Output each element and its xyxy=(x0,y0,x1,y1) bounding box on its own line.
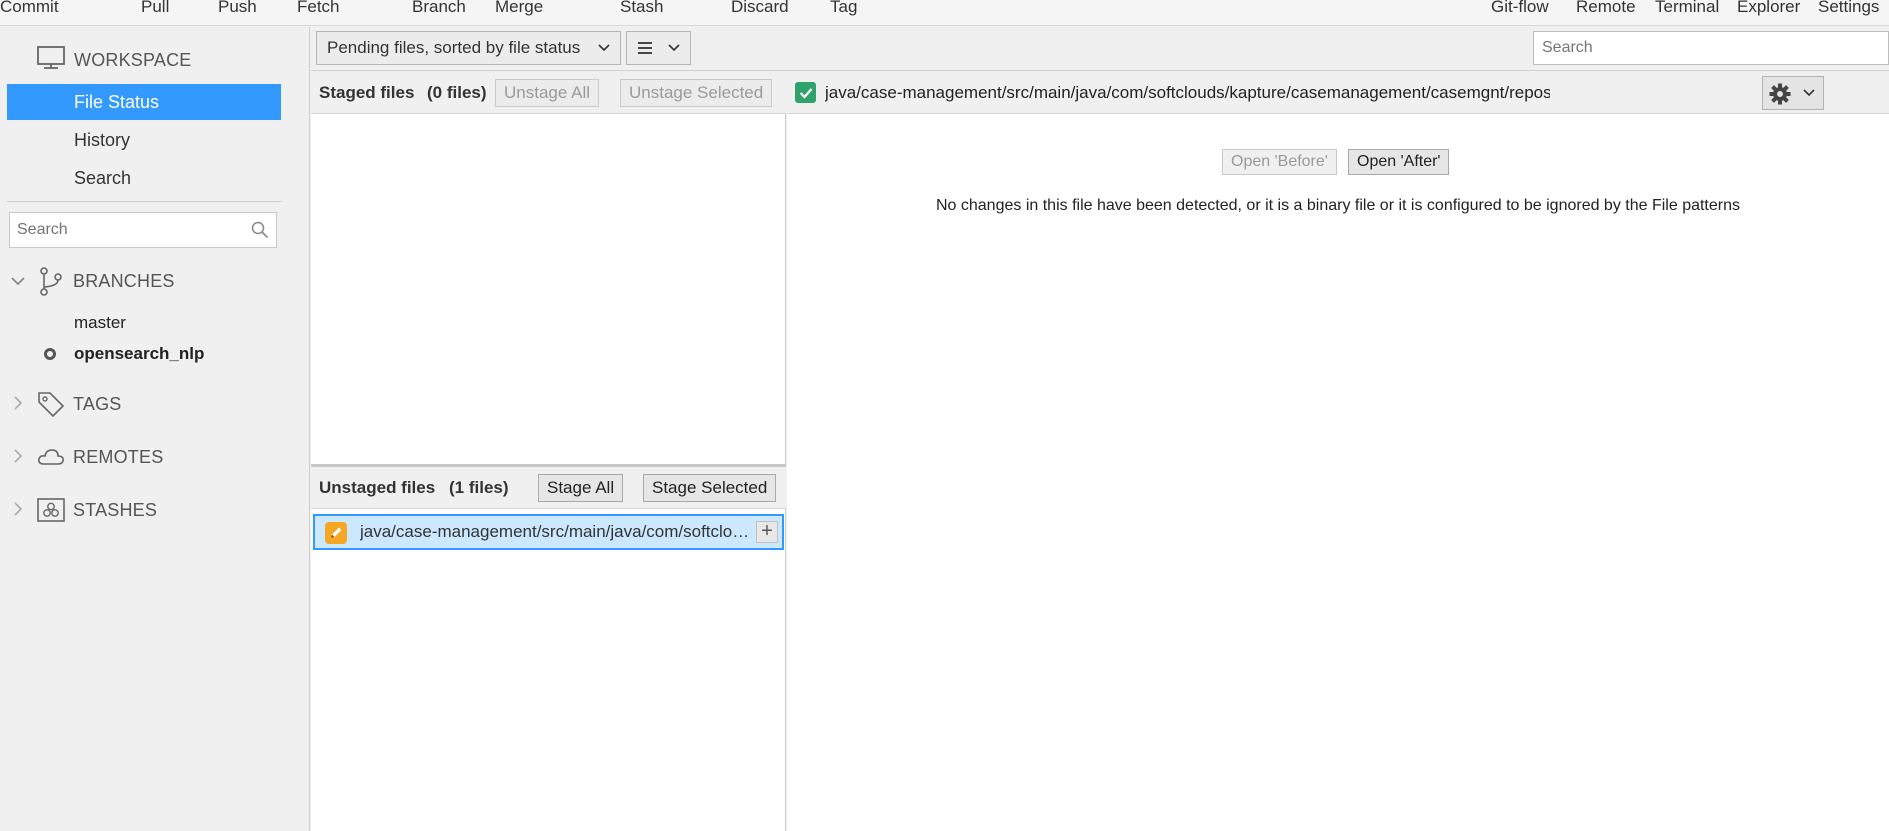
remote-button[interactable]: Remote xyxy=(1576,0,1636,17)
current-branch-indicator-icon xyxy=(44,348,56,360)
sidebar-search-input[interactable] xyxy=(10,213,240,247)
fetch-button[interactable]: Fetch xyxy=(297,0,340,17)
stash-icon xyxy=(36,495,66,525)
unstaged-files-header: Unstaged files (1 files) Stage All Stage… xyxy=(311,467,786,509)
gear-icon xyxy=(1769,83,1791,110)
unstage-all-button[interactable]: Unstage All xyxy=(495,79,599,107)
stash-button[interactable]: Stash xyxy=(620,0,663,17)
staged-files-title: Staged files xyxy=(319,83,415,102)
file-search-input[interactable] xyxy=(1534,32,1864,64)
branches-label: BRANCHES xyxy=(73,270,175,291)
sort-dropdown-label: Pending files, sorted by file status xyxy=(327,38,581,57)
branch-item-master[interactable]: master xyxy=(74,313,126,333)
sidebar: WORKSPACE File Status History Search BRA… xyxy=(0,27,310,831)
stashes-label: STASHES xyxy=(73,499,158,520)
unstaged-files-count: (1 files) xyxy=(449,478,509,497)
main-toolbar: Commit Pull Push Fetch Branch Merge Stas… xyxy=(0,0,1889,26)
commit-button[interactable]: Commit xyxy=(0,0,59,17)
unstaged-file-path: java/case-management/src/main/java/com/s… xyxy=(360,522,750,541)
tag-icon xyxy=(36,389,66,419)
settings-button[interactable]: Settings xyxy=(1818,0,1879,17)
push-button[interactable]: Push xyxy=(218,0,257,17)
modified-pencil-icon xyxy=(325,522,347,544)
sidebar-search-box[interactable] xyxy=(9,212,277,248)
workspace-label: WORKSPACE xyxy=(74,49,192,70)
open-after-button[interactable]: Open 'After' xyxy=(1348,149,1450,175)
chevron-down-icon xyxy=(1803,83,1815,106)
tag-button[interactable]: Tag xyxy=(830,0,857,17)
diff-header: java/case-management/src/main/java/com/s… xyxy=(787,72,1889,114)
terminal-button[interactable]: Terminal xyxy=(1655,0,1719,17)
git-flow-button[interactable]: Git-flow xyxy=(1491,0,1549,17)
remotes-section-header[interactable]: REMOTES xyxy=(0,440,300,474)
unstaged-files-title: Unstaged files xyxy=(319,478,436,497)
chevron-down-icon xyxy=(598,32,610,76)
merge-button[interactable]: Merge xyxy=(495,0,543,17)
chevron-right-icon[interactable] xyxy=(0,448,36,466)
no-changes-message: No changes in this file have been detect… xyxy=(935,197,1740,214)
view-mode-dropdown[interactable] xyxy=(626,31,691,65)
unstaged-file-row[interactable]: java/case-management/src/main/java/com/s… xyxy=(313,514,784,550)
discard-button[interactable]: Discard xyxy=(731,0,789,17)
branch-icon xyxy=(36,266,66,296)
tags-section-header[interactable]: TAGS xyxy=(0,387,300,421)
remotes-label: REMOTES xyxy=(73,446,164,467)
stashes-section-header[interactable]: STASHES xyxy=(0,493,300,527)
filter-bar: Pending files, sorted by file status xyxy=(311,27,1889,71)
monitor-icon xyxy=(36,45,66,76)
open-before-button[interactable]: Open 'Before' xyxy=(1222,149,1337,175)
chevron-right-icon[interactable] xyxy=(0,395,36,413)
branch-item-opensearch-nlp[interactable]: opensearch_nlp xyxy=(74,344,204,364)
chevron-right-icon[interactable] xyxy=(0,501,36,519)
pull-button[interactable]: Pull xyxy=(141,0,169,17)
diff-file-path: java/case-management/src/main/java/com/s… xyxy=(825,83,1550,102)
sidebar-divider xyxy=(7,201,282,202)
workspace-header[interactable]: WORKSPACE xyxy=(36,45,191,75)
search-icon xyxy=(251,221,269,244)
chevron-down-icon[interactable] xyxy=(0,273,36,289)
list-icon xyxy=(637,42,653,68)
cloud-icon xyxy=(36,442,66,472)
nav-file-status[interactable]: File Status xyxy=(7,84,281,120)
stage-file-plus-icon[interactable]: + xyxy=(756,521,778,543)
stage-selected-button[interactable]: Stage Selected xyxy=(643,474,777,502)
staged-files-count: (0 files) xyxy=(427,83,487,102)
nav-history[interactable]: History xyxy=(7,122,281,158)
chevron-down-icon xyxy=(668,32,680,76)
diff-options-button[interactable] xyxy=(1762,76,1824,110)
staged-files-header: Staged files (0 files) Unstage All Unsta… xyxy=(311,72,786,114)
file-list-pane: Staged files (0 files) Unstage All Unsta… xyxy=(311,72,786,831)
explorer-button[interactable]: Explorer xyxy=(1737,0,1800,17)
nav-search[interactable]: Search xyxy=(7,160,281,196)
unstage-selected-button[interactable]: Unstage Selected xyxy=(620,79,773,107)
file-search-box[interactable] xyxy=(1533,31,1889,65)
checkbox-checked-icon[interactable] xyxy=(795,82,816,103)
branches-section-header[interactable]: BRANCHES xyxy=(0,264,300,298)
diff-pane: java/case-management/src/main/java/com/s… xyxy=(787,72,1889,831)
sort-dropdown[interactable]: Pending files, sorted by file status xyxy=(316,31,621,65)
stage-all-button[interactable]: Stage All xyxy=(538,474,624,502)
tags-label: TAGS xyxy=(73,393,122,414)
branch-button[interactable]: Branch xyxy=(412,0,466,17)
